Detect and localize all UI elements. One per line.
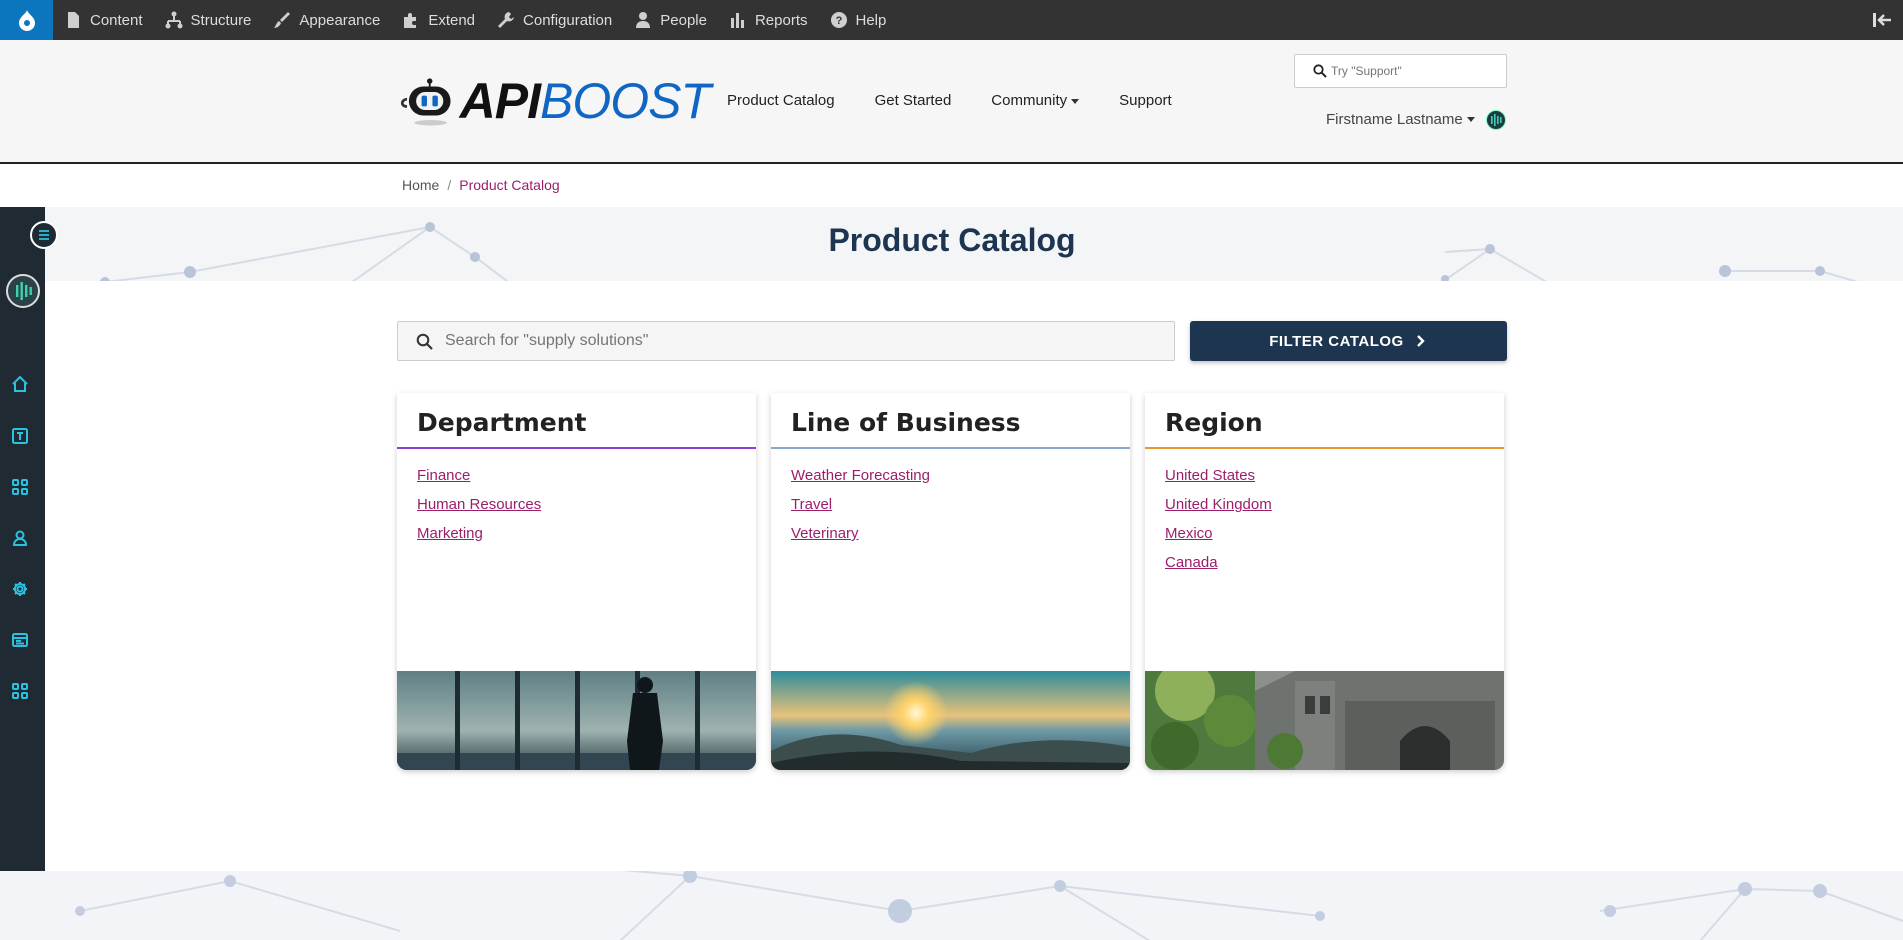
toolbar-structure-label: Structure (190, 11, 252, 29)
chevron-down-icon (1071, 98, 1080, 104)
bottom-section (0, 871, 1903, 940)
link-united-states[interactable]: United States (1165, 461, 1484, 490)
paintbrush-icon (274, 12, 291, 28)
logo-boost-text: BOOST (539, 73, 711, 129)
toolbar-content-label: Content (90, 11, 143, 29)
region-card-image (1145, 671, 1504, 770)
toolbar-help-label: Help (855, 11, 887, 29)
filter-catalog-button[interactable]: FILTER CATALOG (1190, 321, 1507, 361)
user-avatar[interactable] (1486, 110, 1506, 130)
link-veterinary[interactable]: Veterinary (791, 519, 1110, 548)
home-icon[interactable] (11, 375, 29, 393)
toolbar-reports[interactable]: Reports (718, 0, 819, 40)
wrench-icon (498, 12, 515, 28)
help-icon: ? (830, 12, 847, 28)
filter-catalog-label: FILTER CATALOG (1269, 332, 1404, 350)
chevron-right-icon (1416, 335, 1425, 347)
line-of-business-card-image (771, 671, 1130, 770)
toolbar-appearance[interactable]: Appearance (262, 0, 391, 40)
breadcrumb-home[interactable]: Home (402, 177, 439, 193)
file-icon (68, 12, 79, 28)
toolbar-appearance-label: Appearance (299, 11, 381, 29)
structure-icon (165, 11, 183, 29)
news-article-icon[interactable] (11, 631, 29, 649)
catalog-search[interactable] (397, 321, 1175, 361)
toolbar-configuration-label: Configuration (523, 11, 613, 29)
user-name: Firstname Lastname (1326, 111, 1463, 128)
robot-mascot-icon (400, 78, 451, 126)
settings-gear-icon[interactable] (11, 580, 29, 598)
card-title: Department (417, 408, 587, 437)
header-search[interactable] (1294, 54, 1507, 88)
breadcrumb-separator: / (447, 177, 452, 193)
puzzle-icon (404, 13, 417, 28)
nav-community[interactable]: Community (991, 92, 1080, 109)
svg-text:?: ? (835, 15, 842, 27)
card-link-list: United States United Kingdom Mexico Cana… (1145, 449, 1504, 589)
nav-support[interactable]: Support (1119, 92, 1172, 109)
toolbar-extend-label: Extend (428, 11, 476, 29)
link-united-kingdom[interactable]: United Kingdom (1165, 490, 1484, 519)
apiboost-logo[interactable]: API BOOST (398, 70, 711, 132)
search-icon (416, 333, 433, 350)
admin-toolbar: Content Structure Appearance Extend Conf… (0, 0, 1903, 40)
toolbar-configuration[interactable]: Configuration (486, 0, 623, 40)
toolbar-reports-label: Reports (754, 11, 808, 29)
toolbar-extend[interactable]: Extend (391, 0, 486, 40)
drupal-logo-icon[interactable] (0, 0, 53, 40)
department-card: Department Finance Human Resources Marke… (397, 393, 756, 770)
grid-apps-icon[interactable] (11, 682, 29, 700)
logo-api-text: API (459, 73, 541, 129)
toolbar-help[interactable]: ? Help (819, 0, 898, 40)
link-weather-forecasting[interactable]: Weather Forecasting (791, 461, 1110, 490)
search-icon (1313, 64, 1327, 78)
card-link-list: Weather Forecasting Travel Veterinary (771, 449, 1130, 560)
nav-community-label: Community (991, 92, 1068, 109)
header-search-input[interactable] (1331, 64, 1501, 78)
grid-apps-icon[interactable] (11, 478, 29, 496)
toolbar-people-label: People (660, 11, 707, 29)
nav-get-started[interactable]: Get Started (875, 92, 952, 109)
region-card: Region United States United Kingdom Mexi… (1145, 393, 1504, 770)
user-profile-icon[interactable] (11, 529, 29, 547)
toolbar-structure[interactable]: Structure (154, 0, 263, 40)
user-menu[interactable]: Firstname Lastname (1326, 111, 1475, 128)
link-travel[interactable]: Travel (791, 490, 1110, 519)
department-card-image (397, 671, 756, 770)
nav-product-catalog[interactable]: Product Catalog (727, 92, 835, 109)
sidebar-avatar[interactable] (6, 274, 40, 308)
breadcrumb-current[interactable]: Product Catalog (459, 177, 559, 193)
bar-chart-icon (730, 13, 744, 28)
link-mexico[interactable]: Mexico (1165, 519, 1484, 548)
catalog-search-input[interactable] (445, 332, 1145, 350)
link-finance[interactable]: Finance (417, 461, 736, 490)
link-marketing[interactable]: Marketing (417, 519, 736, 548)
card-title: Region (1165, 408, 1263, 437)
toolbar-people[interactable]: People (623, 0, 718, 40)
sidebar-toggle-icon[interactable] (30, 221, 58, 249)
person-icon (636, 12, 651, 28)
link-canada[interactable]: Canada (1165, 548, 1484, 577)
line-of-business-card: Line of Business Weather Forecasting Tra… (771, 393, 1130, 770)
network-background-graphic (75, 871, 1903, 940)
card-link-list: Finance Human Resources Marketing (397, 449, 756, 560)
toolbar-content[interactable]: Content (53, 0, 154, 40)
page-title: Product Catalog (828, 222, 1076, 258)
main-navigation: Product Catalog Get Started Community Su… (727, 92, 1212, 109)
text-format-icon[interactable] (11, 427, 29, 445)
breadcrumb: Home / Product Catalog (402, 177, 560, 193)
link-human-resources[interactable]: Human Resources (417, 490, 736, 519)
chevron-down-icon (1466, 117, 1475, 122)
collapse-toolbar-icon[interactable] (1871, 10, 1893, 30)
card-title: Line of Business (791, 408, 1021, 437)
site-header: API BOOST Product Catalog Get Started Co… (0, 40, 1903, 164)
